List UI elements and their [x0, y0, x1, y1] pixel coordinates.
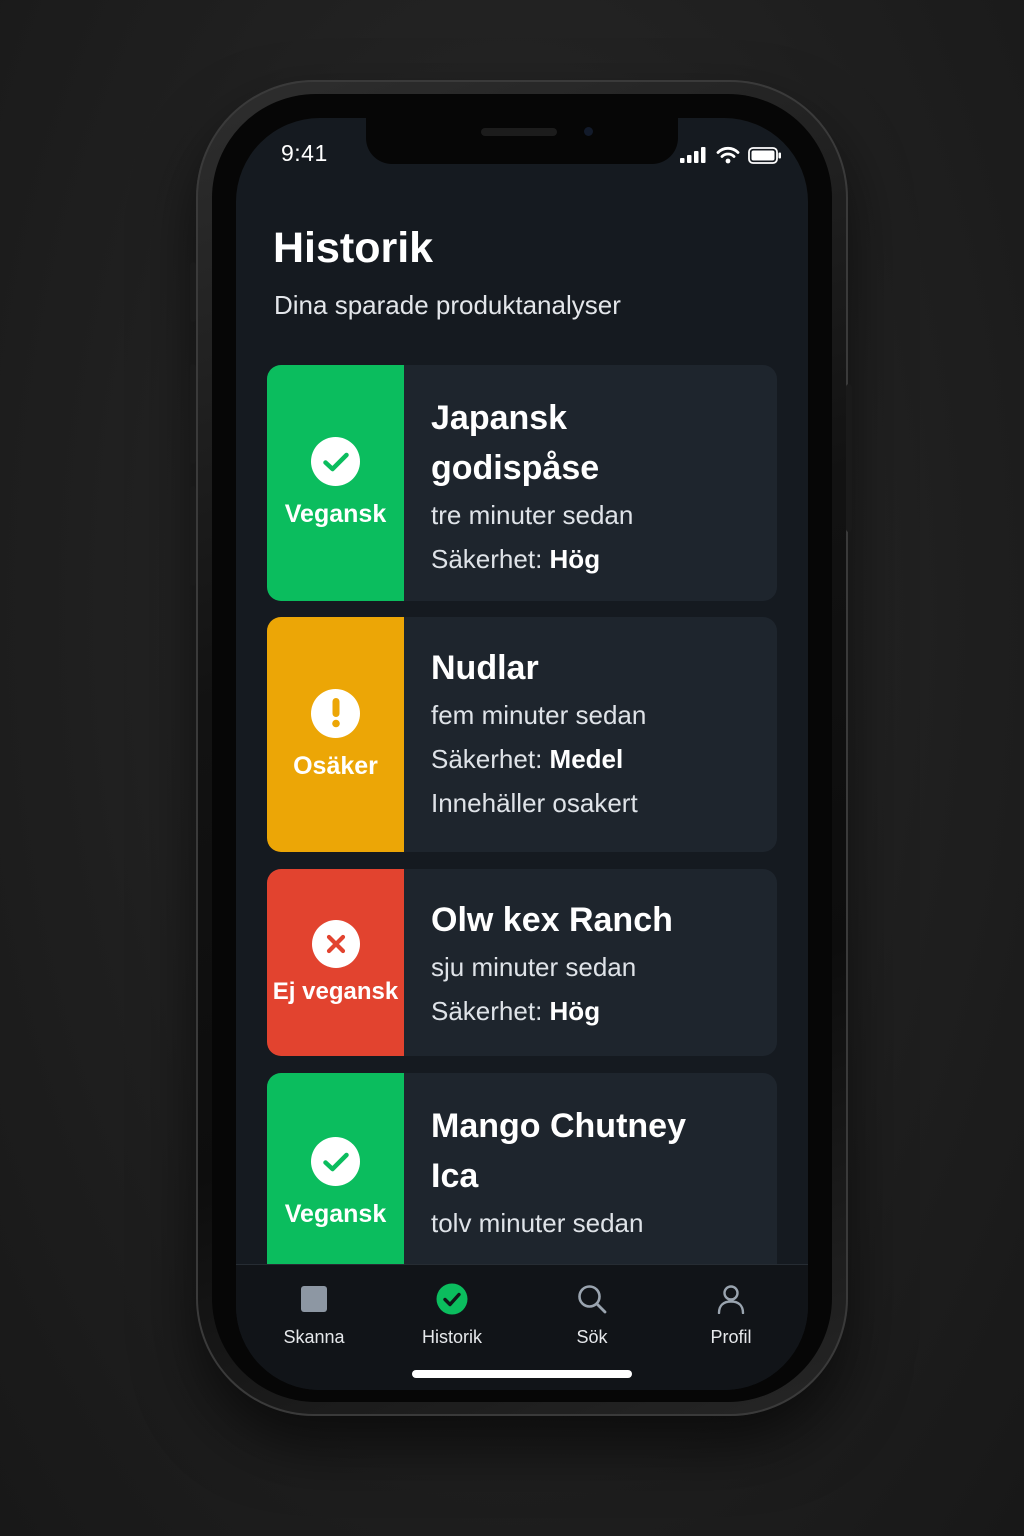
- not-vegan-status-badge: Ej vegansk: [267, 869, 404, 1056]
- volume-up-button: [190, 262, 196, 322]
- status-time: 9:41: [281, 140, 328, 166]
- check-icon: [311, 1137, 360, 1186]
- tab-label: Sök: [576, 1327, 608, 1347]
- tab-profil[interactable]: Profil: [671, 1281, 791, 1348]
- check-circle-icon: [392, 1281, 512, 1317]
- cellular-signal-icon: [680, 147, 706, 163]
- tab-skanna[interactable]: Skanna: [254, 1281, 374, 1348]
- confidence: Säkerhet: Medel: [431, 744, 624, 774]
- wifi-icon: [716, 146, 740, 164]
- status-label: Ej vegansk: [272, 977, 399, 1005]
- cross-icon: [311, 919, 360, 968]
- scan-time: tre minuter sedan: [431, 500, 634, 530]
- tab-label: Historik: [421, 1327, 482, 1347]
- notch: [366, 118, 678, 164]
- card-body: Olw kex Ranch sju minuter sedan Säkerhet…: [404, 869, 777, 1056]
- card-body: Mango Chutney Ica tolv minuter sedan: [404, 1073, 777, 1293]
- product-title: Japansk godispåse: [431, 399, 600, 487]
- tab-label: Skanna: [283, 1327, 345, 1347]
- vegan-status-badge: Vegansk: [267, 365, 404, 601]
- page-subtitle: Dina sparade produktanalyser: [274, 290, 621, 320]
- tab-historik[interactable]: Historik: [392, 1281, 512, 1348]
- scan-time: fem minuter sedan: [431, 700, 647, 730]
- side-button: [846, 384, 852, 532]
- speaker-grille: [481, 128, 557, 136]
- ingredient-note: Innehäller osakert: [431, 788, 638, 818]
- history-card[interactable]: Ej vegansk Olw kex Ranch sju minuter sed…: [267, 869, 777, 1056]
- vegan-status-badge: Vegansk: [267, 1073, 404, 1293]
- scan-square-icon: [254, 1281, 374, 1317]
- card-body: Nudlar fem minuter sedan Säkerhet: Medel…: [404, 617, 777, 852]
- app-screen: 9:41 Historik Dina sparade produktanalys…: [236, 118, 808, 1390]
- status-label: Vegansk: [284, 500, 387, 528]
- confidence: Säkerhet: Hög: [431, 544, 601, 574]
- confidence: Säkerhet: Hög: [431, 996, 601, 1026]
- user-icon: [671, 1281, 791, 1317]
- history-card[interactable]: Vegansk Japansk godispåse tre minuter se…: [267, 365, 777, 601]
- scan-time: tolv minuter sedan: [431, 1208, 644, 1238]
- silent-switch: [190, 486, 196, 586]
- check-icon: [311, 437, 360, 486]
- product-title: Mango Chutney Ica: [431, 1107, 686, 1195]
- tab-sok[interactable]: Sök: [532, 1281, 652, 1348]
- search-icon: [532, 1281, 652, 1317]
- card-body: Japansk godispåse tre minuter sedan Säke…: [404, 365, 777, 601]
- status-label: Osäker: [293, 751, 378, 780]
- status-icons: [680, 144, 782, 166]
- battery-icon: [748, 146, 781, 164]
- exclamation-icon: [311, 688, 360, 738]
- product-title: Nudlar: [431, 649, 539, 687]
- home-indicator[interactable]: [412, 1370, 632, 1378]
- page-title: Historik: [273, 224, 434, 272]
- front-camera: [584, 127, 593, 136]
- status-label: Vegansk: [284, 1200, 387, 1228]
- uncertain-status-badge: Osäker: [267, 617, 404, 852]
- tab-label: Profil: [710, 1327, 752, 1347]
- scan-time: sju minuter sedan: [431, 952, 637, 982]
- history-card[interactable]: Osäker Nudlar fem minuter sedan Säkerhet…: [267, 617, 777, 852]
- history-card[interactable]: Vegansk Mango Chutney Ica tolv minuter s…: [267, 1073, 777, 1293]
- product-title: Olw kex Ranch: [431, 901, 673, 939]
- volume-down-button: [190, 364, 196, 464]
